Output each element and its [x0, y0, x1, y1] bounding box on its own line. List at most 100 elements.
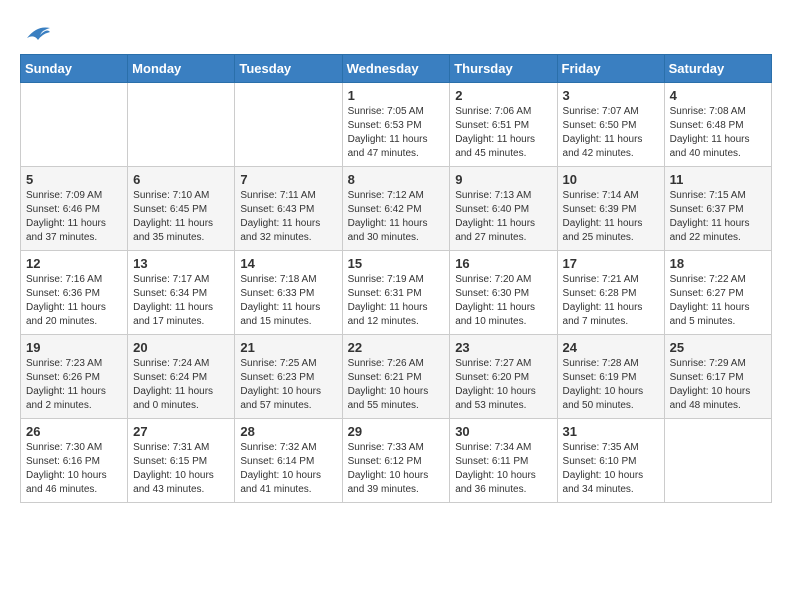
day-info: Sunrise: 7:29 AM Sunset: 6:17 PM Dayligh… [670, 357, 766, 413]
day-info: Sunrise: 7:08 AM Sunset: 6:48 PM Dayligh… [670, 105, 766, 161]
calendar-week-row: 19 Sunrise: 7:23 AM Sunset: 6:26 PM Dayli… [21, 335, 772, 419]
day-info: Sunrise: 7:16 AM Sunset: 6:36 PM Dayligh… [26, 273, 122, 329]
calendar-cell: 4Sunrise: 7:08 AM Sunset: 6:48 PM Daylig… [664, 83, 771, 167]
day-info: Sunrise: 7:15 AM Sunset: 6:37 PM Dayligh… [670, 189, 766, 245]
calendar-cell: 3Sunrise: 7:07 AM Sunset: 6:50 PM Daylig… [557, 83, 664, 167]
day-info: Sunrise: 7:18 AM Sunset: 6:33 PM Dayligh… [240, 273, 336, 329]
day-number: 10 [563, 172, 659, 187]
day-number: 17 [563, 256, 659, 271]
calendar-cell: 7Sunrise: 7:11 AM Sunset: 6:43 PM Daylig… [235, 167, 342, 251]
day-info: Sunrise: 7:05 AM Sunset: 6:53 PM Dayligh… [348, 105, 445, 161]
day-info: Sunrise: 7:23 AM Sunset: 6:26 PM Dayligh… [26, 357, 122, 413]
calendar-week-row: 26Sunrise: 7:30 AM Sunset: 6:16 PM Dayli… [21, 419, 772, 503]
day-info: Sunrise: 7:26 AM Sunset: 6:21 PM Dayligh… [348, 357, 445, 413]
day-number: 28 [240, 424, 336, 439]
day-number: 13 [133, 256, 229, 271]
day-number: 15 [348, 256, 445, 271]
calendar-cell: 17 Sunrise: 7:21 AM Sunset: 6:28 PM Dayli… [557, 251, 664, 335]
calendar-cell: 12 Sunrise: 7:16 AM Sunset: 6:36 PM Dayli… [21, 251, 128, 335]
calendar-cell: 26Sunrise: 7:30 AM Sunset: 6:16 PM Dayli… [21, 419, 128, 503]
calendar-week-row: 5 Sunrise: 7:09 AM Sunset: 6:46 PM Daylig… [21, 167, 772, 251]
calendar-cell: 21 Sunrise: 7:25 AM Sunset: 6:23 PM Dayli… [235, 335, 342, 419]
day-info: Sunrise: 7:14 AM Sunset: 6:39 PM Dayligh… [563, 189, 659, 245]
calendar-cell: 10 Sunrise: 7:14 AM Sunset: 6:39 PM Dayli… [557, 167, 664, 251]
calendar-cell: 24 Sunrise: 7:28 AM Sunset: 6:19 PM Dayli… [557, 335, 664, 419]
day-of-week-header: Monday [128, 55, 235, 83]
calendar-table: SundayMondayTuesdayWednesdayThursdayFrid… [20, 54, 772, 503]
day-info: Sunrise: 7:25 AM Sunset: 6:23 PM Dayligh… [240, 357, 336, 413]
day-number: 23 [455, 340, 551, 355]
day-info: Sunrise: 7:21 AM Sunset: 6:28 PM Dayligh… [563, 273, 659, 329]
day-info: Sunrise: 7:06 AM Sunset: 6:51 PM Dayligh… [455, 105, 551, 161]
calendar-cell: 19 Sunrise: 7:23 AM Sunset: 6:26 PM Dayli… [21, 335, 128, 419]
calendar-cell: 30 Sunrise: 7:34 AM Sunset: 6:11 PM Dayli… [450, 419, 557, 503]
calendar-header [20, 20, 772, 44]
day-info: Sunrise: 7:07 AM Sunset: 6:50 PM Dayligh… [563, 105, 659, 161]
day-info: Sunrise: 7:17 AM Sunset: 6:34 PM Dayligh… [133, 273, 229, 329]
day-info: Sunrise: 7:35 AM Sunset: 6:10 PM Dayligh… [563, 441, 659, 497]
day-number: 8 [348, 172, 445, 187]
day-info: Sunrise: 7:24 AM Sunset: 6:24 PM Dayligh… [133, 357, 229, 413]
day-number: 16 [455, 256, 551, 271]
day-number: 24 [563, 340, 659, 355]
day-of-week-header: Wednesday [342, 55, 450, 83]
calendar-cell: 14 Sunrise: 7:18 AM Sunset: 6:33 PM Dayli… [235, 251, 342, 335]
day-number: 25 [670, 340, 766, 355]
day-info: Sunrise: 7:20 AM Sunset: 6:30 PM Dayligh… [455, 273, 551, 329]
day-number: 1 [348, 88, 445, 103]
calendar-cell [235, 83, 342, 167]
day-number: 21 [240, 340, 336, 355]
calendar-cell: 6Sunrise: 7:10 AM Sunset: 6:45 PM Daylig… [128, 167, 235, 251]
calendar-cell: 13 Sunrise: 7:17 AM Sunset: 6:34 PM Dayli… [128, 251, 235, 335]
day-number: 14 [240, 256, 336, 271]
day-number: 9 [455, 172, 551, 187]
day-of-week-header: Sunday [21, 55, 128, 83]
calendar-cell [128, 83, 235, 167]
calendar-week-row: 1 Sunrise: 7:05 AM Sunset: 6:53 PM Daylig… [21, 83, 772, 167]
calendar-cell: 8Sunrise: 7:12 AM Sunset: 6:42 PM Daylig… [342, 167, 450, 251]
calendar-cell: 25 Sunrise: 7:29 AM Sunset: 6:17 PM Dayli… [664, 335, 771, 419]
calendar-cell: 5 Sunrise: 7:09 AM Sunset: 6:46 PM Daylig… [21, 167, 128, 251]
calendar-cell [21, 83, 128, 167]
day-number: 12 [26, 256, 122, 271]
calendar-week-row: 12 Sunrise: 7:16 AM Sunset: 6:36 PM Dayli… [21, 251, 772, 335]
day-info: Sunrise: 7:10 AM Sunset: 6:45 PM Dayligh… [133, 189, 229, 245]
calendar-cell: 1 Sunrise: 7:05 AM Sunset: 6:53 PM Daylig… [342, 83, 450, 167]
day-number: 20 [133, 340, 229, 355]
calendar-cell: 29 Sunrise: 7:33 AM Sunset: 6:12 PM Dayli… [342, 419, 450, 503]
day-info: Sunrise: 7:34 AM Sunset: 6:11 PM Dayligh… [455, 441, 551, 497]
calendar-cell: 28 Sunrise: 7:32 AM Sunset: 6:14 PM Dayli… [235, 419, 342, 503]
day-number: 22 [348, 340, 445, 355]
day-of-week-header: Saturday [664, 55, 771, 83]
day-number: 30 [455, 424, 551, 439]
calendar-cell: 18Sunrise: 7:22 AM Sunset: 6:27 PM Dayli… [664, 251, 771, 335]
day-info: Sunrise: 7:09 AM Sunset: 6:46 PM Dayligh… [26, 189, 122, 245]
calendar-cell: 23Sunrise: 7:27 AM Sunset: 6:20 PM Dayli… [450, 335, 557, 419]
day-info: Sunrise: 7:31 AM Sunset: 6:15 PM Dayligh… [133, 441, 229, 497]
day-info: Sunrise: 7:33 AM Sunset: 6:12 PM Dayligh… [348, 441, 445, 497]
day-info: Sunrise: 7:30 AM Sunset: 6:16 PM Dayligh… [26, 441, 122, 497]
day-number: 29 [348, 424, 445, 439]
calendar-body: 1 Sunrise: 7:05 AM Sunset: 6:53 PM Daylig… [21, 83, 772, 503]
day-info: Sunrise: 7:28 AM Sunset: 6:19 PM Dayligh… [563, 357, 659, 413]
day-info: Sunrise: 7:32 AM Sunset: 6:14 PM Dayligh… [240, 441, 336, 497]
day-of-week-header: Friday [557, 55, 664, 83]
calendar-cell: 9 Sunrise: 7:13 AM Sunset: 6:40 PM Daylig… [450, 167, 557, 251]
day-number: 19 [26, 340, 122, 355]
day-info: Sunrise: 7:22 AM Sunset: 6:27 PM Dayligh… [670, 273, 766, 329]
days-of-week-row: SundayMondayTuesdayWednesdayThursdayFrid… [21, 55, 772, 83]
day-info: Sunrise: 7:19 AM Sunset: 6:31 PM Dayligh… [348, 273, 445, 329]
calendar-cell: 20 Sunrise: 7:24 AM Sunset: 6:24 PM Dayli… [128, 335, 235, 419]
day-info: Sunrise: 7:13 AM Sunset: 6:40 PM Dayligh… [455, 189, 551, 245]
calendar-cell: 11Sunrise: 7:15 AM Sunset: 6:37 PM Dayli… [664, 167, 771, 251]
day-number: 31 [563, 424, 659, 439]
day-of-week-header: Tuesday [235, 55, 342, 83]
calendar-cell: 22 Sunrise: 7:26 AM Sunset: 6:21 PM Dayli… [342, 335, 450, 419]
day-number: 2 [455, 88, 551, 103]
day-of-week-header: Thursday [450, 55, 557, 83]
calendar-cell: 15 Sunrise: 7:19 AM Sunset: 6:31 PM Dayli… [342, 251, 450, 335]
day-info: Sunrise: 7:11 AM Sunset: 6:43 PM Dayligh… [240, 189, 336, 245]
day-number: 5 [26, 172, 122, 187]
calendar-cell: 16 Sunrise: 7:20 AM Sunset: 6:30 PM Dayli… [450, 251, 557, 335]
logo [20, 20, 52, 44]
